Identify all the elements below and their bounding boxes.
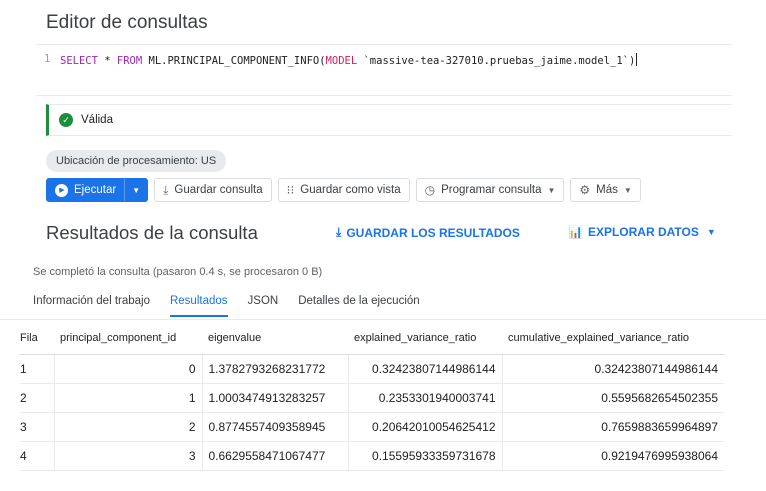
more-label: Más — [596, 184, 618, 196]
cell-eigenvalue: 0.8774557409358945 — [201, 412, 348, 442]
cell-cumulative-variance: 0.7659883659964897 — [501, 412, 724, 442]
cell-eigenvalue: 1.3782793268231772 — [201, 354, 348, 384]
validation-bar: ✓ Válida — [46, 104, 732, 136]
clock-icon: ◷ — [424, 183, 436, 197]
chevron-down-icon: ▼ — [547, 185, 556, 195]
validation-status: Válida — [81, 114, 113, 126]
explore-data-link[interactable]: 📊 EXPLORAR DATOS ▼ — [568, 225, 716, 239]
check-circle-icon: ✓ — [59, 113, 73, 127]
results-title: Resultados de la consulta — [46, 222, 258, 243]
results-table: Fila principal_component_id eigenvalue e… — [20, 322, 724, 471]
results-tabs: Información del trabajo Resultados JSON … — [33, 295, 440, 317]
row-number: 2 — [20, 383, 54, 413]
line-number: 1 — [44, 53, 51, 65]
table-row: 3 2 0.8774557409358945 0.206420100546254… — [20, 412, 724, 442]
tabs-divider — [0, 319, 766, 320]
tab-json[interactable]: JSON — [248, 295, 279, 317]
column-header: Fila — [20, 322, 54, 355]
code-keyword-from: FROM — [116, 55, 143, 67]
play-icon: ▶ — [55, 183, 68, 197]
download-icon: ⤓ — [163, 182, 169, 197]
column-header: cumulative_explained_variance_ratio — [502, 322, 724, 355]
cell-component-id: 3 — [53, 441, 202, 471]
query-status: Se completó la consulta (pasaron 0.4 s, … — [33, 266, 323, 278]
schedule-query-button[interactable]: ◷ Programar consulta ▼ — [415, 178, 565, 202]
table-header-row: Fila principal_component_id eigenvalue e… — [20, 322, 724, 355]
explore-data-label: EXPLORAR DATOS — [587, 225, 699, 239]
chart-icon: 📊 — [568, 225, 583, 239]
cell-component-id: 1 — [53, 383, 202, 413]
download-icon: ⤓ — [336, 225, 342, 239]
tab-execution-details[interactable]: Detalles de la ejecución — [298, 295, 419, 317]
code-model-string: `massive-tea-327010.pruebas_jaime.model_… — [357, 55, 629, 67]
code-function: ML.PRINCIPAL_COMPONENT_INFO — [142, 55, 320, 67]
gear-icon: ⚙ — [579, 183, 591, 197]
cell-explained-variance: 0.15595933359731678 — [347, 441, 502, 471]
run-button[interactable]: ▶ Ejecutar ▼ — [46, 178, 149, 202]
code-keyword-select: SELECT — [60, 55, 98, 67]
view-grid-icon: ⁝⁝ — [286, 183, 295, 197]
cell-cumulative-variance: 0.9219476995938064 — [501, 441, 724, 471]
cell-eigenvalue: 0.6629558471067477 — [201, 441, 348, 471]
code-keyword-model: MODEL — [325, 55, 358, 67]
code-line[interactable]: SELECT * FROM ML.PRINCIPAL_COMPONENT_INF… — [60, 53, 638, 67]
run-label: Ejecutar — [74, 184, 117, 196]
tab-job-info[interactable]: Información del trabajo — [33, 295, 150, 317]
cell-explained-variance: 0.20642010054625412 — [347, 412, 502, 442]
text-cursor — [636, 53, 638, 66]
cell-explained-variance: 0.32423807144986144 — [347, 354, 502, 384]
column-header: eigenvalue — [202, 322, 348, 355]
save-query-label: Guardar consulta — [174, 184, 263, 196]
table-row: 1 0 1.3782793268231772 0.324238071449861… — [20, 354, 724, 384]
row-number: 1 — [20, 354, 54, 384]
code-star: * — [97, 55, 117, 67]
editor-title: Editor de consultas — [46, 12, 208, 33]
cell-component-id: 0 — [53, 354, 202, 384]
save-query-button[interactable]: ⤓ Guardar consulta — [154, 178, 272, 202]
save-results-label: GUARDAR LOS RESULTADOS — [346, 225, 520, 240]
save-view-button[interactable]: ⁝⁝ Guardar como vista — [277, 178, 410, 202]
chevron-down-icon: ▼ — [623, 185, 632, 195]
chevron-down-icon: ▼ — [706, 227, 716, 237]
schedule-label: Programar consulta — [441, 184, 542, 196]
cell-component-id: 2 — [53, 412, 202, 442]
save-results-link[interactable]: ⤓ GUARDAR LOS RESULTADOS — [336, 225, 520, 240]
table-row: 2 1 1.0003474913283257 0.235330194000374… — [20, 383, 724, 413]
row-number: 3 — [20, 412, 54, 442]
table-row: 4 3 0.6629558471067477 0.155959333597316… — [20, 441, 724, 471]
processing-location-chip[interactable]: Ubicación de procesamiento: US — [46, 150, 227, 172]
cell-cumulative-variance: 0.32423807144986144 — [501, 354, 724, 384]
query-editor[interactable]: 1 SELECT * FROM ML.PRINCIPAL_COMPONENT_I… — [36, 44, 732, 96]
cell-cumulative-variance: 0.5595682654502355 — [501, 383, 724, 413]
more-button[interactable]: ⚙ Más ▼ — [570, 178, 641, 202]
tab-results[interactable]: Resultados — [169, 295, 228, 317]
save-view-label: Guardar como vista — [300, 184, 401, 196]
run-dropdown-icon[interactable]: ▼ — [124, 179, 147, 201]
cell-eigenvalue: 1.0003474913283257 — [201, 383, 348, 413]
column-header: explained_variance_ratio — [348, 322, 502, 355]
column-header: principal_component_id — [54, 322, 202, 355]
code-paren-close: ) — [628, 55, 636, 67]
query-toolbar: ▶ Ejecutar ▼ ⤓ Guardar consulta ⁝⁝ Guarda… — [46, 178, 641, 202]
cell-explained-variance: 0.2353301940003741 — [347, 383, 502, 413]
row-number: 4 — [20, 441, 54, 471]
